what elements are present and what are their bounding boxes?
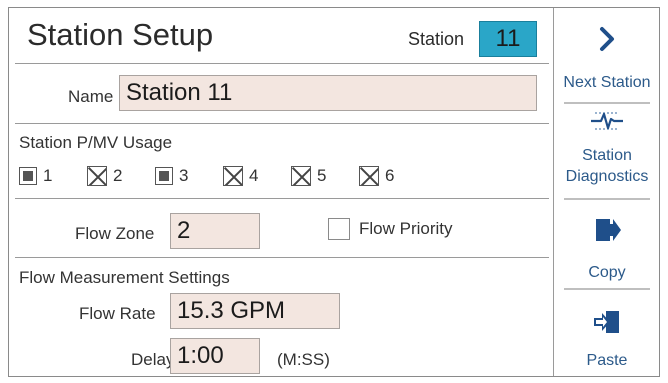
chevron-right-icon <box>600 27 614 51</box>
station-label: Station <box>408 29 465 49</box>
sidebar: Next Station Station Diagnostics Copy Pa… <box>554 8 660 377</box>
pmv-option-2[interactable]: 2 <box>87 161 122 191</box>
checkbox-unavailable[interactable] <box>359 166 379 186</box>
diagnostics-label-line1: Station <box>582 147 632 164</box>
pmv-option-1[interactable]: 1 <box>19 161 52 191</box>
flow-measurement-title: Flow Measurement Settings <box>19 268 230 287</box>
delay-unit-label: (M:SS) <box>277 350 330 369</box>
checkbox-selected[interactable] <box>155 167 173 185</box>
delay-input[interactable]: 1:00 <box>170 338 260 374</box>
heartbeat-icon <box>591 112 623 130</box>
sidebar-separator <box>564 198 650 200</box>
paste-label: Paste <box>586 352 628 369</box>
checkbox-unavailable[interactable] <box>223 166 243 186</box>
pmv-option-6[interactable]: 6 <box>359 161 394 191</box>
station-diagnostics-button[interactable]: Station Diagnostics <box>554 109 660 187</box>
flow-rate-input[interactable]: 15.3 GPM <box>170 293 340 329</box>
paste-arrow-icon <box>594 311 619 333</box>
pmv-option-label: 2 <box>113 166 123 185</box>
pmv-option-label: 3 <box>179 166 189 185</box>
copy-label: Copy <box>588 264 626 281</box>
next-station-label: Next Station <box>563 74 651 91</box>
divider <box>15 198 549 199</box>
pmv-option-label: 1 <box>43 166 53 185</box>
checkbox-selected[interactable] <box>19 167 37 185</box>
pmv-option-5[interactable]: 5 <box>291 161 326 191</box>
page-title: Station Setup <box>27 17 214 52</box>
paste-button[interactable]: Paste <box>554 308 660 371</box>
checkbox-unavailable[interactable] <box>87 166 107 186</box>
pmv-option-label: 4 <box>249 166 259 185</box>
header: Station Setup Station 11 <box>15 11 549 61</box>
delay-label: Delay <box>131 350 175 369</box>
pmv-option-4[interactable]: 4 <box>223 161 258 191</box>
station-setup-panel: Station Setup Station 11 Name Station 11… <box>15 11 549 374</box>
next-station-button[interactable]: Next Station <box>554 24 660 93</box>
pmv-option-3[interactable]: 3 <box>155 161 188 191</box>
flow-zone-label: Flow Zone <box>75 224 155 243</box>
flow-rate-label: Flow Rate <box>79 304 156 323</box>
station-number-field[interactable]: 11 <box>479 21 537 57</box>
checkbox-unavailable[interactable] <box>291 166 311 186</box>
divider <box>15 63 549 64</box>
flow-priority-checkbox[interactable] <box>328 218 350 240</box>
flow-priority-label: Flow Priority <box>359 219 453 238</box>
flow-zone-input[interactable]: 2 <box>170 213 260 249</box>
pmv-option-label: 5 <box>317 166 327 185</box>
name-input[interactable]: Station 11 <box>119 75 537 111</box>
copy-arrow-icon <box>596 219 621 241</box>
sidebar-separator <box>564 288 650 290</box>
name-label: Name <box>68 87 114 106</box>
diagnostics-label-line2: Diagnostics <box>565 168 649 185</box>
pmv-usage-title: Station P/MV Usage <box>19 133 173 152</box>
divider <box>15 123 549 124</box>
pmv-option-label: 6 <box>385 166 395 185</box>
copy-button[interactable]: Copy <box>554 216 660 283</box>
divider <box>15 257 549 258</box>
sidebar-separator <box>564 102 650 104</box>
pmv-usage-row: 1 2 3 4 5 6 <box>19 161 539 191</box>
